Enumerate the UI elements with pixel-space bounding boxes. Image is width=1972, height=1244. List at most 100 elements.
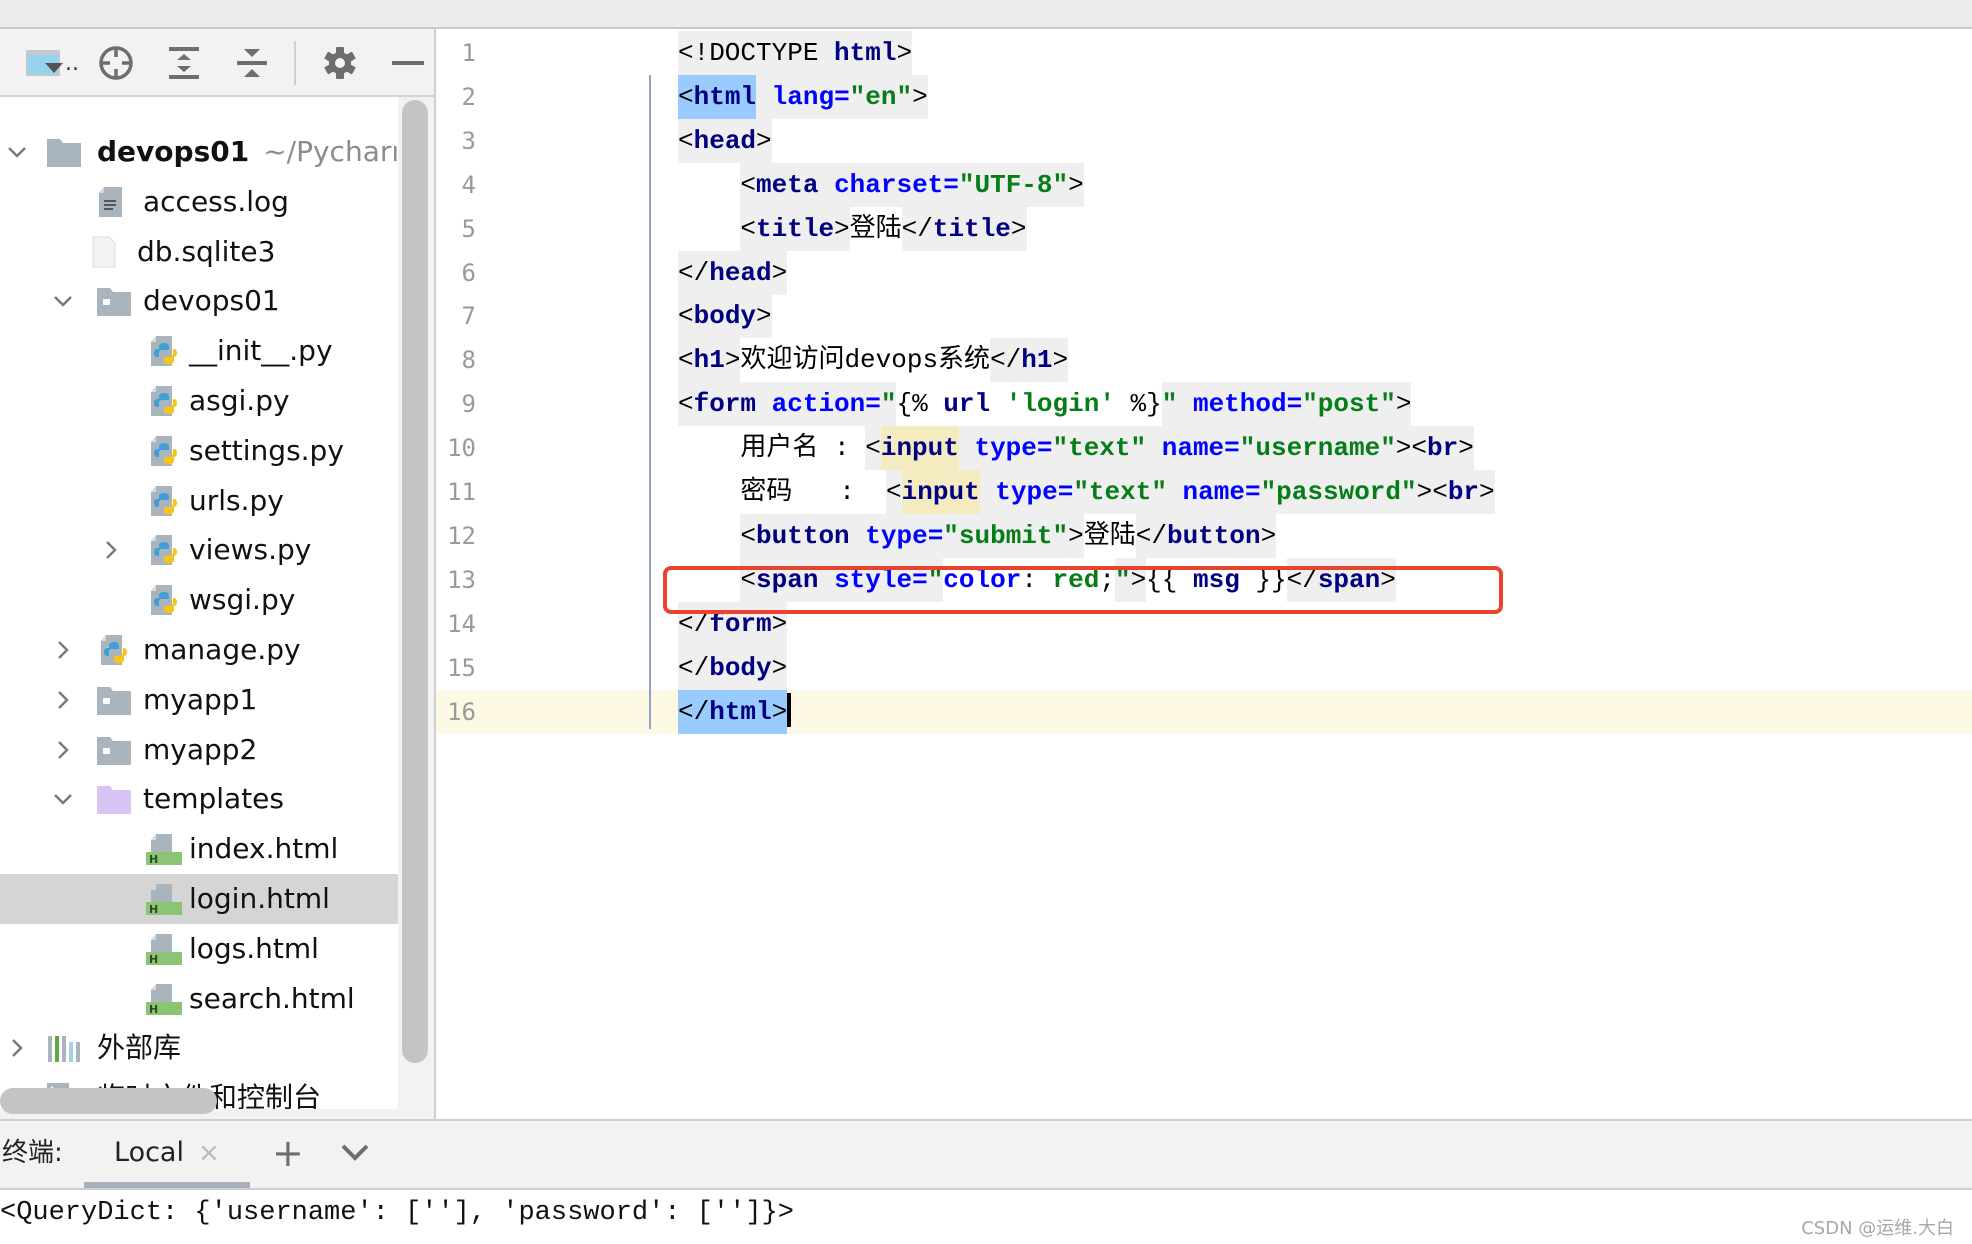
chevron-down-icon[interactable] — [52, 289, 74, 313]
tree-item-name: myapp2 — [143, 732, 258, 766]
code-line[interactable]: 10 用户名 : <input type="text" name="userna… — [436, 426, 1972, 471]
tree-item-label: devops01 — [143, 276, 280, 326]
tree-item[interactable]: Hlogin.html — [0, 874, 398, 924]
tree-item[interactable]: templates — [0, 774, 398, 824]
tree-vertical-scrollbar[interactable] — [402, 100, 428, 1063]
tree-item[interactable]: wsgi.py — [0, 575, 398, 625]
expand-all-icon — [169, 47, 199, 79]
close-icon[interactable]: × — [198, 1121, 220, 1188]
tree-item[interactable]: myapp1 — [0, 675, 398, 725]
code-token: html — [693, 74, 757, 119]
chevron-down-icon[interactable] — [52, 787, 74, 811]
tree-item[interactable]: Hindex.html — [0, 824, 398, 874]
code-token: > — [771, 689, 788, 734]
svg-text:H: H — [149, 903, 158, 915]
code-line[interactable]: 15 </body> — [436, 645, 1972, 690]
tree-item[interactable]: asgi.py — [0, 376, 398, 426]
code-token: type — [995, 470, 1058, 514]
code-token: "password" — [1260, 470, 1417, 514]
terminal-more-button[interactable] — [340, 1137, 370, 1167]
settings-button[interactable] — [322, 45, 358, 81]
code-token: >< — [1395, 426, 1428, 471]
code-token: > — [1068, 162, 1084, 207]
tree-item[interactable]: Hsearch.html — [0, 974, 398, 1024]
html-file-icon: H — [146, 983, 182, 1016]
code-token: = — [1286, 382, 1303, 427]
tree-item-name: views.py — [189, 533, 312, 567]
code-editor[interactable]: 1 <!DOCTYPE html> 2 <html lang="en"> 3 <head>… — [436, 29, 1972, 1119]
code-token: lang — [771, 74, 835, 119]
code-token: title — [756, 206, 835, 251]
tree-item[interactable]: db.sqlite3 — [0, 227, 398, 277]
chevron-right-icon[interactable] — [52, 638, 74, 662]
tree-item[interactable]: urls.py — [0, 476, 398, 526]
terminal-tab-local[interactable]: Local × — [84, 1121, 250, 1188]
hide-panel-button[interactable] — [390, 45, 426, 81]
tree-item[interactable]: 外部库 — [0, 1023, 398, 1073]
code-line[interactable]: 12 <button type="submit">登陆</button> — [436, 513, 1972, 558]
line-number: 12 — [447, 521, 476, 550]
locate-file-button[interactable] — [96, 45, 136, 81]
code-line[interactable]: 9 <form action="{% url 'login' %}" method… — [436, 382, 1972, 427]
code-token: </ — [901, 206, 933, 251]
tree-item[interactable]: access.log — [0, 177, 398, 227]
chevron-right-icon[interactable] — [6, 1036, 28, 1060]
code-line[interactable]: 3 <head> — [436, 118, 1972, 163]
code-line[interactable]: 8 <h1>欢迎访问devops系统</h1> — [436, 338, 1972, 383]
tree-item[interactable]: devops01 — [0, 276, 398, 326]
terminal-label: 终端: — [2, 1138, 63, 1168]
code-line[interactable]: 4 <meta charset="UTF-8"> — [436, 162, 1972, 207]
code-token: = — [834, 74, 850, 119]
code-line[interactable]: 5 <title>登陆</title> — [436, 206, 1972, 251]
tree-item[interactable]: settings.py — [0, 426, 398, 476]
code-token: 登陆 — [1083, 520, 1136, 551]
view-ellipsis: .. — [65, 50, 79, 76]
code-line[interactable]: 6 </head> — [436, 250, 1972, 295]
python-file-icon — [146, 485, 182, 517]
code-token: <!DOCTYPE — [678, 31, 835, 75]
chevron-down-icon[interactable] — [6, 140, 28, 164]
code-token: > — [1479, 470, 1495, 514]
new-terminal-button[interactable]: + — [272, 1121, 304, 1188]
code-token: html — [709, 689, 772, 734]
terminal-output[interactable]: <QueryDict: {'username': [''], 'password… — [0, 1190, 1972, 1244]
tree-item-label: logs.html — [189, 924, 319, 974]
code-line[interactable]: 1 <!DOCTYPE html> — [436, 31, 1972, 75]
tree-item-name: wsgi.py — [189, 583, 296, 617]
code-token: name — [1161, 426, 1225, 471]
tree-item-label: access.log — [143, 177, 289, 227]
chevron-right-icon[interactable] — [52, 688, 74, 712]
code-line[interactable]: 2 <html lang="en"> — [436, 74, 1972, 119]
tree-item[interactable]: myapp2 — [0, 725, 398, 775]
chevron-right-icon[interactable] — [52, 738, 74, 762]
chevron-right-icon[interactable] — [100, 538, 122, 562]
code-token: = — [943, 162, 959, 207]
tree-item[interactable]: devops01 ~/Pycharı — [0, 127, 398, 177]
tree-item[interactable]: Hlogs.html — [0, 924, 398, 974]
package-folder-icon — [96, 734, 132, 766]
tree-item-label: templates — [143, 774, 284, 824]
tree-item[interactable]: views.py — [0, 525, 398, 575]
tree-item-label: 外部库 — [97, 1023, 181, 1073]
code-token: head — [693, 118, 757, 163]
code-line[interactable]: 7 <body> — [436, 294, 1972, 339]
code-line[interactable]: 16 </html> — [436, 689, 1972, 734]
code-line[interactable]: 11 密码 : <input type="text" name="passwor… — [436, 470, 1972, 514]
code-token: </ — [678, 689, 710, 734]
code-token: meta — [756, 162, 819, 207]
tree-item[interactable]: __init__.py — [0, 326, 398, 376]
expand-all-button[interactable] — [166, 45, 202, 81]
code-token: input — [901, 470, 980, 514]
code-token: > — [896, 31, 913, 75]
collapse-all-button[interactable] — [234, 45, 270, 81]
tree-item[interactable]: manage.py — [0, 625, 398, 675]
project-view-dropdown-button[interactable]: .. — [20, 45, 84, 81]
python-file-icon — [146, 435, 182, 467]
tree-horizontal-scrollbar[interactable] — [0, 1088, 217, 1114]
tree-item-name: manage.py — [143, 633, 301, 666]
code-token: html — [834, 31, 897, 75]
code-token: > — [771, 645, 788, 690]
